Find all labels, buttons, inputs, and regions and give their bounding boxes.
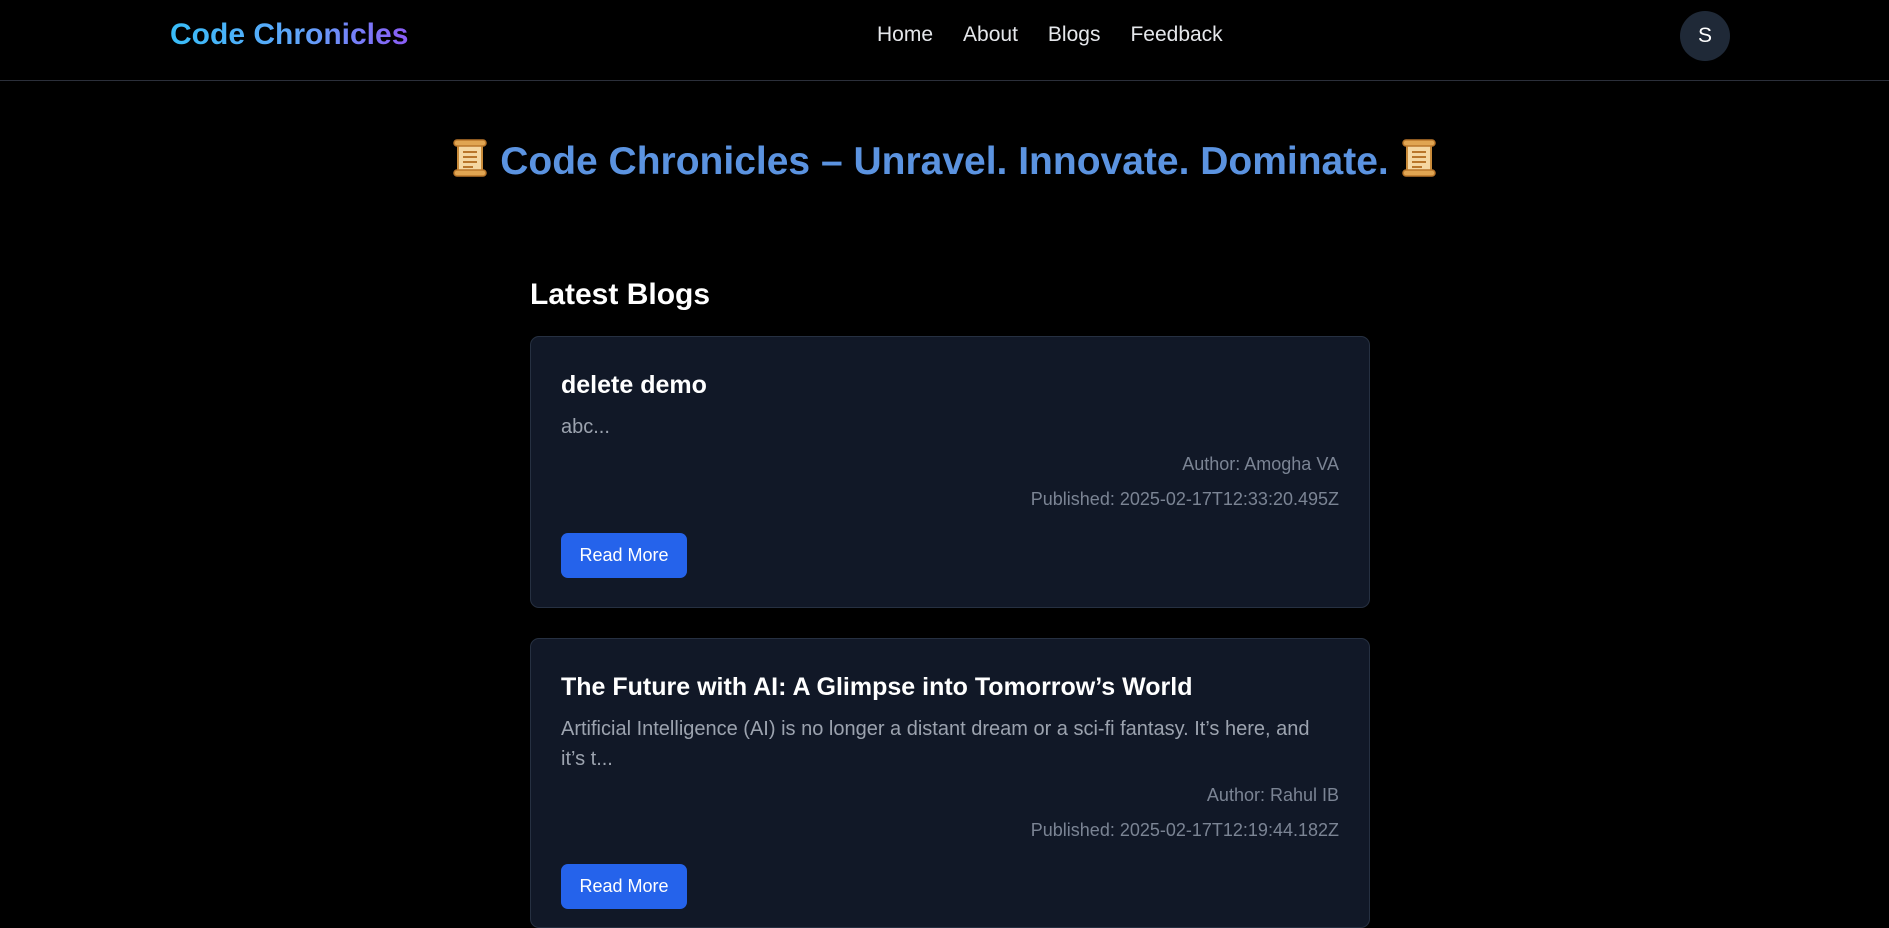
blog-author: Author: Rahul IB (1206, 785, 1339, 805)
top-navbar: Code Chronicles Home About Blogs Feedbac… (0, 0, 1889, 81)
brand-logo[interactable]: Code Chronicles (170, 18, 408, 52)
scroll-icon (453, 139, 487, 177)
blog-excerpt: abc... (561, 416, 610, 438)
nav-about-link[interactable]: About (963, 23, 1018, 47)
blog-card: The Future with AI: A Glimpse into Tomor… (530, 638, 1370, 928)
blog-card: delete demo abc... Author: Amogha VA Pub… (530, 336, 1370, 608)
blog-title: The Future with AI: A Glimpse into Tomor… (561, 673, 1193, 701)
read-more-button[interactable]: Read More (561, 864, 687, 909)
blog-published-date: Published: 2025-02-17T12:33:20.495Z (1030, 489, 1339, 509)
hero-title: Code Chronicles – Unravel. Innovate. Dom… (500, 140, 1389, 183)
nav-blogs-link[interactable]: Blogs (1048, 23, 1101, 47)
blog-published-date: Published: 2025-02-17T12:19:44.182Z (1030, 820, 1339, 840)
read-more-button[interactable]: Read More (561, 533, 687, 578)
blog-author: Author: Amogha VA (1182, 454, 1339, 474)
nav-home-link[interactable]: Home (877, 23, 933, 47)
hero-heading: Code Chronicles – Unravel. Innovate. Dom… (0, 138, 1889, 184)
section-title: Latest Blogs (530, 278, 711, 311)
user-avatar[interactable]: S (1680, 11, 1730, 61)
blog-excerpt: Artificial Intelligence (AI) is no longe… (561, 718, 1310, 770)
scroll-icon (1402, 139, 1436, 177)
nav-links: Home About Blogs Feedback (877, 23, 1253, 47)
nav-feedback-link[interactable]: Feedback (1130, 23, 1222, 47)
blog-title: delete demo (561, 371, 707, 399)
